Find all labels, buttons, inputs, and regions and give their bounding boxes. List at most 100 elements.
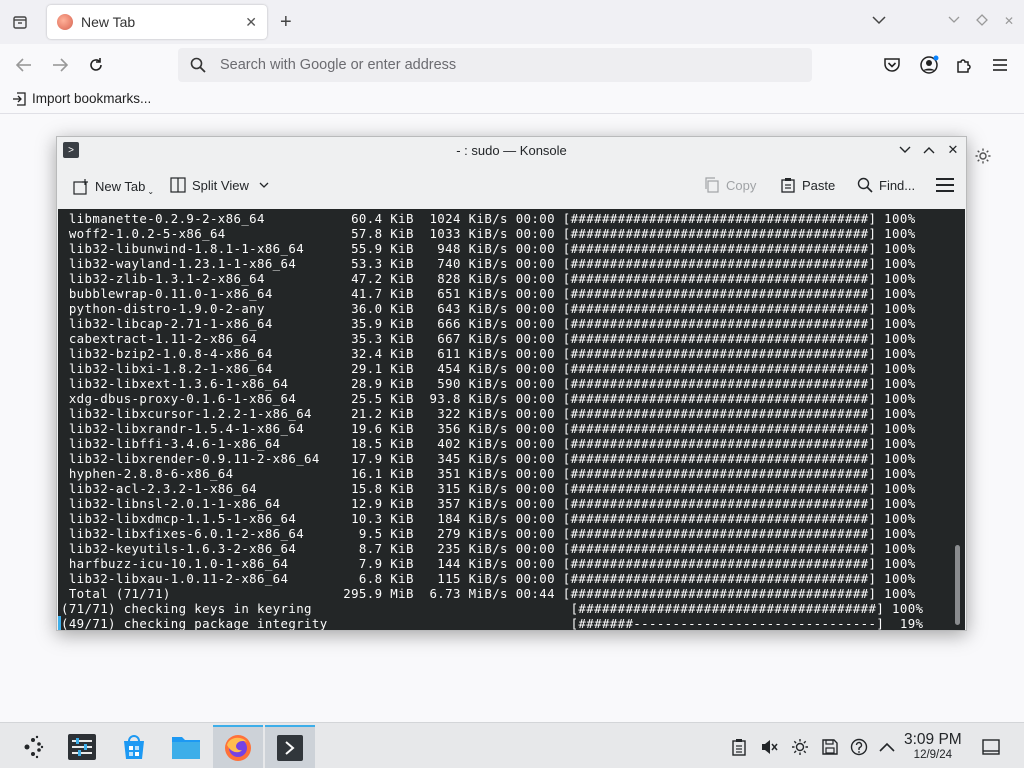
- brightness-icon[interactable]: [791, 738, 809, 756]
- terminal-line: (49/71) checking package integrity [####…: [61, 616, 924, 630]
- browser-nav-bar: [0, 44, 1024, 86]
- new-tab-icon: [73, 178, 88, 195]
- copy-label: Copy: [726, 177, 757, 193]
- tab-list-icon[interactable]: [8, 10, 32, 34]
- konsole-titlebar[interactable]: > - : sudo — Konsole ✕: [57, 137, 966, 163]
- terminal-line: lib32-libxau-1.0.11-2-x86_64 6.8 KiB 115…: [61, 571, 916, 586]
- konsole-minimize-icon[interactable]: [896, 141, 914, 159]
- terminal-line: lib32-bzip2-1.0.8-4-x86_64 32.4 KiB 611 …: [61, 346, 916, 361]
- clock-time: 3:09 PM: [904, 731, 962, 748]
- terminal-line: cabextract-1.11-2-x86_64 35.3 KiB 667 Ki…: [61, 331, 916, 346]
- split-view-label: Split View: [192, 177, 249, 193]
- konsole-app-icon[interactable]: >: [63, 142, 79, 158]
- address-input[interactable]: [220, 57, 780, 73]
- konsole-taskbar-icon[interactable]: [265, 725, 315, 768]
- app-menu-hamburger-icon[interactable]: [988, 53, 1012, 77]
- terminal-line: lib32-libffi-3.4.6-1-x86_64 18.5 KiB 402…: [61, 436, 916, 451]
- terminal-scrollbar[interactable]: [955, 545, 960, 625]
- paste-button[interactable]: Paste: [780, 177, 835, 193]
- terminal-line: Total (71/71) 295.9 MiB 6.73 MiB/s 00:44…: [61, 586, 916, 601]
- pocket-icon[interactable]: [880, 53, 904, 77]
- page-settings-gear-icon[interactable]: [974, 147, 992, 165]
- volume-muted-icon[interactable]: [760, 738, 778, 756]
- import-bookmarks-button[interactable]: Import bookmarks...: [12, 91, 151, 106]
- terminal-line: harfbuzz-icu-10.1.0-1-x86_64 7.9 KiB 144…: [61, 556, 916, 571]
- close-tab-icon[interactable]: ✕: [245, 14, 257, 31]
- terminal-line: lib32-libxrender-0.9.11-2-x86_64 17.9 Ki…: [61, 451, 916, 466]
- browser-tab-new-tab[interactable]: New Tab ✕: [47, 5, 267, 39]
- browser-tab-bar: New Tab ✕ + ✕: [0, 0, 1024, 44]
- account-icon[interactable]: [917, 53, 941, 77]
- file-manager-icon[interactable]: [161, 725, 211, 768]
- split-view-button[interactable]: Split View: [170, 177, 269, 193]
- paste-label: Paste: [802, 177, 836, 193]
- paste-icon: [781, 178, 795, 193]
- terminal-line: bubblewrap-0.11.0-1-x86_64 41.7 KiB 651 …: [61, 286, 916, 301]
- back-arrow-icon[interactable]: [12, 53, 36, 77]
- address-bar[interactable]: [178, 48, 812, 82]
- terminal-line: lib32-libxrandr-1.5.4-1-x86_64 19.6 KiB …: [61, 421, 916, 436]
- terminal-line: libmanette-0.2.9-2-x86_64 60.4 KiB 1024 …: [61, 211, 916, 226]
- terminal-line: lib32-libxcursor-1.2.2-1-x86_64 21.2 KiB…: [61, 406, 916, 421]
- show-desktop-icon[interactable]: [982, 738, 1000, 756]
- terminal-line: lib32-acl-2.3.2-1-x86_64 15.8 KiB 315 Ki…: [61, 481, 916, 496]
- split-view-icon: [170, 177, 186, 193]
- new-tab-dropdown-icon[interactable]: ⌄: [147, 187, 154, 196]
- tab-title: New Tab: [81, 14, 136, 30]
- terminal-line: python-distro-1.9.0-2-any 36.0 KiB 643 K…: [61, 301, 916, 316]
- konsole-window-title: - : sudo — Konsole: [456, 142, 567, 158]
- terminal-line: lib32-wayland-1.23.1-1-x86_64 53.3 KiB 7…: [61, 256, 916, 271]
- terminal-line: lib32-libunwind-1.8.1-1-x86_64 55.9 KiB …: [61, 241, 916, 256]
- konsole-close-icon[interactable]: ✕: [944, 141, 962, 159]
- bookmarks-toolbar: Import bookmarks...: [0, 86, 1024, 114]
- copy-icon: [705, 177, 719, 193]
- terminal-line: (71/71) checking keys in keyring [######…: [61, 601, 924, 616]
- terminal-line: hyphen-2.8.8-6-x86_64 16.1 KiB 351 KiB/s…: [61, 466, 916, 481]
- import-bookmarks-label: Import bookmarks...: [32, 91, 152, 106]
- terminal-line: lib32-zlib-1.3.1-2-x86_64 47.2 KiB 828 K…: [61, 271, 916, 286]
- import-icon: [13, 91, 26, 106]
- konsole-toolbar: New Tab ⌄ Split View Copy Paste Find...: [57, 163, 966, 209]
- search-icon: [190, 57, 206, 73]
- terminal-line: xdg-dbus-proxy-0.1.6-1-x86_64 25.5 KiB 9…: [61, 391, 916, 406]
- terminal-line: lib32-libnsl-2.0.1-1-x86_64 12.9 KiB 357…: [61, 496, 916, 511]
- clipboard-icon[interactable]: [730, 738, 748, 756]
- konsole-menu-hamburger-icon[interactable]: [936, 178, 954, 194]
- minimize-window-icon[interactable]: [948, 13, 960, 27]
- system-settings-icon[interactable]: [57, 725, 107, 768]
- terminal-line: lib32-libxi-1.8.2-1-x86_64 29.1 KiB 454 …: [61, 361, 916, 376]
- terminal-line: lib32-keyutils-1.6.3-2-x86_64 8.7 KiB 23…: [61, 541, 916, 556]
- plasma-taskbar: 3:09 PM 12/9/24: [0, 722, 1024, 768]
- find-search-icon: [857, 177, 873, 193]
- reload-icon[interactable]: [84, 53, 108, 77]
- terminal-line: woff2-1.0.2-5-x86_64 57.8 KiB 1033 KiB/s…: [61, 226, 916, 241]
- extensions-icon[interactable]: [952, 53, 976, 77]
- terminal-line: lib32-libxdmcp-1.1.5-1-x86_64 10.3 KiB 1…: [61, 511, 916, 526]
- find-button[interactable]: Find...: [857, 177, 915, 193]
- clock-date: 12/9/24: [913, 749, 953, 761]
- close-window-icon[interactable]: ✕: [1004, 14, 1014, 28]
- terminal-line: lib32-libxext-1.3.6-1-x86_64 28.9 KiB 59…: [61, 376, 916, 391]
- digital-clock[interactable]: 3:09 PM 12/9/24: [904, 731, 962, 762]
- discover-store-icon[interactable]: [109, 725, 159, 768]
- terminal-line: lib32-libcap-2.71-1-x86_64 35.9 KiB 666 …: [61, 316, 916, 331]
- firefox-taskbar-icon[interactable]: [213, 725, 263, 768]
- new-tab-label: New Tab: [95, 179, 146, 194]
- find-label: Find...: [879, 177, 916, 193]
- split-view-chevron-down-icon: [259, 182, 269, 188]
- application-launcher-icon[interactable]: [8, 725, 58, 768]
- disks-devices-icon[interactable]: [821, 738, 839, 756]
- list-all-tabs-chevron-icon[interactable]: [872, 12, 886, 28]
- konsole-maximize-icon[interactable]: [920, 141, 938, 159]
- terminal-cursor: [58, 616, 61, 630]
- maximize-window-icon[interactable]: [976, 14, 988, 29]
- copy-button[interactable]: Copy: [704, 177, 756, 193]
- konsole-window: > - : sudo — Konsole ✕ New Tab ⌄ Split V…: [56, 136, 967, 631]
- new-tab-plus-icon[interactable]: +: [280, 12, 292, 32]
- help-speedometer-icon[interactable]: [850, 738, 868, 756]
- firefox-favicon-icon: [57, 14, 73, 30]
- forward-arrow-icon[interactable]: [48, 53, 72, 77]
- show-hidden-icons-chevron-up-icon[interactable]: [878, 738, 896, 756]
- new-tab-button[interactable]: New Tab ⌄: [73, 177, 154, 196]
- terminal-output[interactable]: libmanette-0.2.9-2-x86_64 60.4 KiB 1024 …: [58, 209, 965, 630]
